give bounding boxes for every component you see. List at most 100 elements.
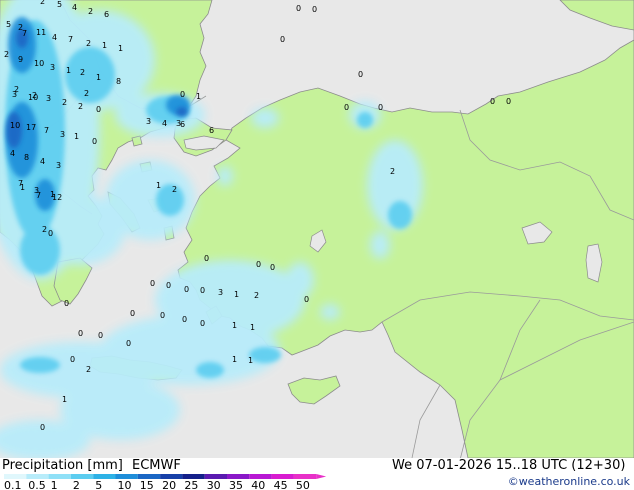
- precip-value-label: 4: [10, 149, 15, 158]
- precip-value-label: 7: [44, 126, 49, 135]
- precip-value-label: 0: [40, 423, 45, 432]
- scale-arrow: [316, 474, 327, 479]
- precip-value-label: 5: [6, 20, 11, 29]
- precip-value-label: 0: [256, 260, 261, 269]
- precip-value-label: 3: [218, 288, 223, 297]
- precip-value-label: 0: [358, 70, 363, 79]
- precip-value-label: 0: [280, 35, 285, 44]
- precip-value-label: 10: [34, 59, 44, 68]
- precip-value-label: 1: [118, 44, 123, 53]
- precip-value-label: 0: [184, 285, 189, 294]
- precip-value-label: 1: [62, 395, 67, 404]
- scale-tick-label: 40: [251, 479, 265, 490]
- precip-value-label: 1: [232, 321, 237, 330]
- precip-value-label: 0: [200, 319, 205, 328]
- precip-value-label: 0: [126, 339, 131, 348]
- scale-tick-label: 0.1: [4, 479, 22, 490]
- precip-value-label: 3: [12, 90, 17, 99]
- precip-value-label: 2: [86, 365, 91, 374]
- precip-value-label: 0: [150, 279, 155, 288]
- precip-value-label: 2: [86, 39, 91, 48]
- precip-value-label: 17: [26, 123, 36, 132]
- precip-value-label: 6: [104, 10, 109, 19]
- precip-value-label: 6: [209, 126, 214, 135]
- precip-value-label: 7: [36, 191, 41, 200]
- precip-value-label: 2: [254, 291, 259, 300]
- precip-value-label: 1: [234, 290, 239, 299]
- precip-value-label: 4: [40, 157, 45, 166]
- precip-value-label: 0: [270, 263, 275, 272]
- precip-value-label: 2: [390, 167, 395, 176]
- precip-value-label: 2: [40, 0, 45, 6]
- scale-tick-label: 5: [95, 479, 102, 490]
- precip-value-label: 0: [70, 355, 75, 364]
- credit-link[interactable]: ©weatheronline.co.uk: [508, 475, 630, 488]
- scale-tick-label: 10: [118, 479, 132, 490]
- precip-value-label: 0: [312, 5, 317, 14]
- precip-value-label: 3: [50, 63, 55, 72]
- precip-value-label: 0: [48, 229, 53, 238]
- precip-value-label: 12: [52, 193, 62, 202]
- forecast-run-info: We 07-01-2026 15..18 UTC (12+30): [392, 458, 626, 473]
- precip-value-label: 3: [176, 119, 181, 128]
- precip-value-label: 7: [22, 29, 27, 38]
- precip-value-label: 1: [66, 66, 71, 75]
- precip-value-label: 4: [52, 33, 57, 42]
- precip-value-label: 2: [80, 68, 85, 77]
- precip-value-label: 0: [166, 281, 171, 290]
- precip-value-label: 0: [130, 309, 135, 318]
- precip-value-label: 1: [74, 132, 79, 141]
- precip-value-label: 5: [57, 0, 62, 9]
- precip-value-label: 0: [200, 286, 205, 295]
- scale-tick-label: 45: [274, 479, 288, 490]
- scale-tick-label: 0.5: [28, 479, 46, 490]
- precip-value-label: 2: [88, 7, 93, 16]
- precip-value-label: 0: [490, 97, 495, 106]
- precip-value-label: 1: [102, 41, 107, 50]
- precip-value-label: 4: [162, 119, 167, 128]
- precip-value-label: 1: [250, 323, 255, 332]
- precip-value-label: 0: [180, 90, 185, 99]
- precip-value-label: 2: [84, 89, 89, 98]
- precip-value-label: 4: [72, 3, 77, 12]
- precip-value-label: 3: [146, 117, 151, 126]
- precip-value-label: 2: [172, 185, 177, 194]
- scale-tick-label: 30: [207, 479, 221, 490]
- legend-title: Precipitation [mm]: [2, 458, 123, 473]
- precip-value-label: 2: [62, 98, 67, 107]
- land-thasos: [131, 135, 143, 147]
- scale-tick-label: 35: [229, 479, 243, 490]
- precip-value-label: 0: [98, 331, 103, 340]
- precip-value-label: 11: [36, 28, 46, 37]
- scale-tick-label: 2: [73, 479, 80, 490]
- precip-value-label: 0: [344, 103, 349, 112]
- precip-value-label: 7: [68, 35, 73, 44]
- precip-value-label: 0: [204, 254, 209, 263]
- precip-value-label: 1: [20, 183, 25, 192]
- precip-value-label: 0: [78, 329, 83, 338]
- precip-value-label: 3: [60, 130, 65, 139]
- precip-value-label: 0: [296, 4, 301, 13]
- scale-tick-label: 20: [162, 479, 176, 490]
- precip-value-label: 0: [378, 103, 383, 112]
- scale-tick-label: 25: [184, 479, 198, 490]
- precip-value-label: 0: [506, 97, 511, 106]
- precip-value-label: 0: [96, 105, 101, 114]
- precip-value-label: 2: [4, 50, 9, 59]
- precip-value-label: 8: [24, 153, 29, 162]
- precipitation-map: 2 5 4 2 6 5 2 7 11 4 7 2 1 1 2 9 10 3 1 2 1 8 2 2 3 2 10 3 2 2 0 10 17 7 3…: [0, 0, 634, 458]
- scale-tick-label: 1: [51, 479, 58, 490]
- precip-value-label: 0: [92, 137, 97, 146]
- precip-value-label: 10: [28, 93, 38, 102]
- precip-value-label: 3: [46, 94, 51, 103]
- precip-value-label: 1: [232, 355, 237, 364]
- precip-value-label: 1: [156, 181, 161, 190]
- precip-value-label: 1: [196, 92, 201, 101]
- precip-value-label: 9: [18, 55, 23, 64]
- legend-model: ECMWF: [132, 458, 181, 473]
- scale-tick-label: 50: [296, 479, 310, 490]
- color-scale: 0.1 0.5 1 2 5 10 15 20 25 30 35 40 45 50: [4, 474, 327, 490]
- precip-value-label: 1: [248, 356, 253, 365]
- precip-value-label: 10: [10, 121, 20, 130]
- scale-tick-label: 15: [140, 479, 154, 490]
